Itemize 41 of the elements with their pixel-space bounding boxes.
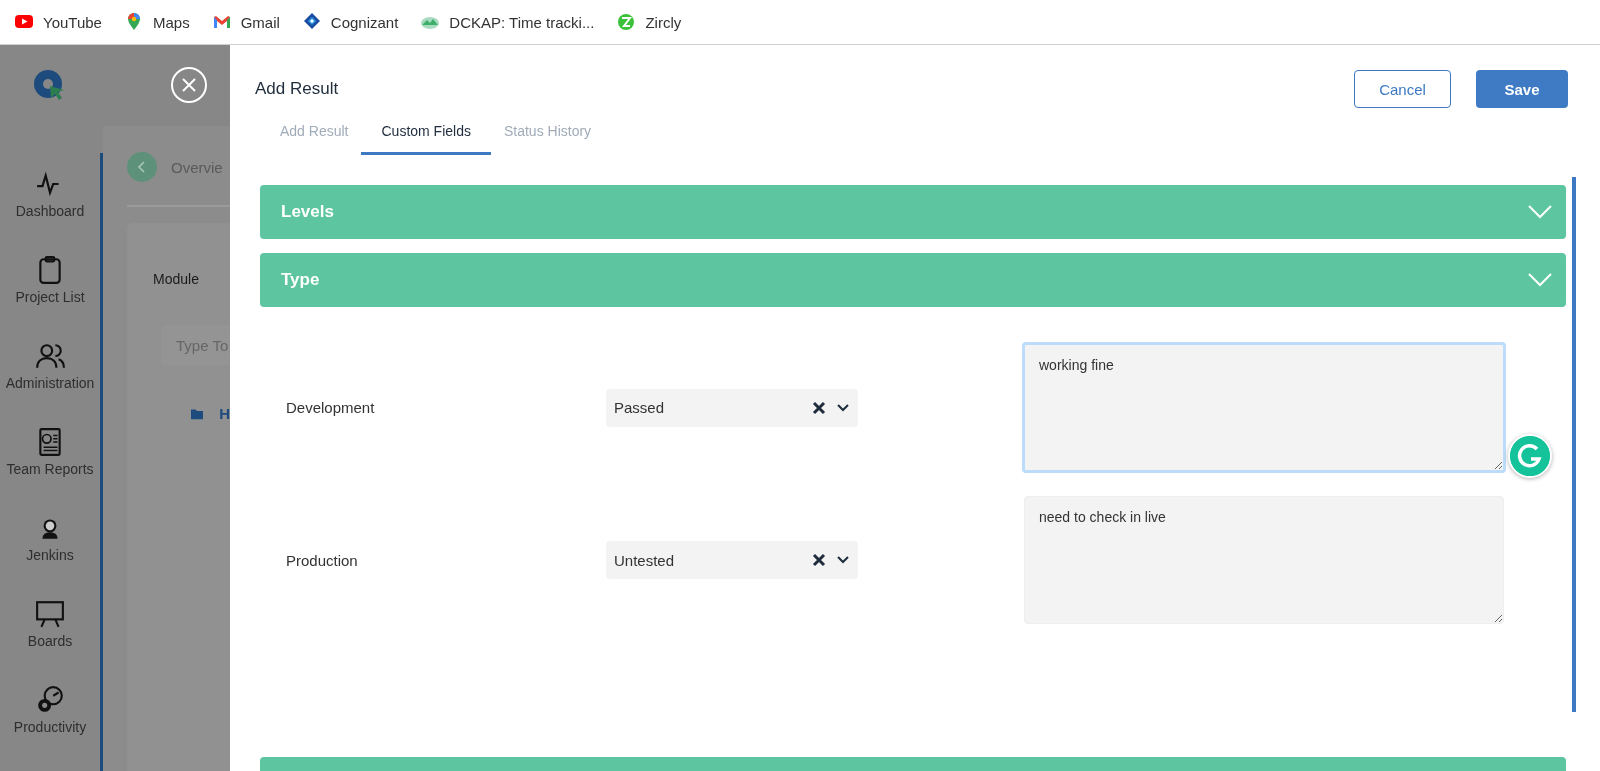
field-label: Production [285, 551, 359, 569]
scrollbar[interactable] [1572, 177, 1576, 712]
status-dropdown[interactable]: Passed [606, 388, 858, 427]
circle-icon [616, 12, 637, 32]
clear-icon[interactable] [812, 400, 826, 415]
gear-gauge-icon [35, 685, 65, 715]
folder-icon [191, 406, 204, 421]
section-title: Type [281, 270, 320, 290]
sidebar-item[interactable]: Dashboard [15, 169, 85, 255]
easel-icon [35, 599, 65, 629]
dialog-title: Add Result [255, 79, 340, 99]
tree-item[interactable]: H [219, 405, 230, 422]
bookmark[interactable]: Maps [123, 12, 190, 32]
sidebar-item[interactable]: Project List [15, 255, 85, 341]
bookmark[interactable]: Gmail [211, 12, 280, 32]
sidebar-item[interactable]: Administration [5, 341, 95, 427]
sidebar-item[interactable]: Productivity [13, 685, 87, 771]
users-icon [35, 341, 65, 371]
close-button[interactable] [171, 67, 207, 103]
section-title: Levels [281, 202, 334, 222]
bookmark[interactable]: Cognizant [301, 12, 399, 32]
bookmark[interactable]: Zircly [616, 12, 682, 32]
clear-icon[interactable] [812, 553, 826, 567]
chevron-icon [1528, 205, 1552, 219]
field-label: Development [285, 399, 376, 416]
close-icon [181, 77, 197, 93]
chevron-left-icon [137, 161, 147, 173]
chevron-icon [1528, 273, 1552, 287]
comment-field[interactable]: working fine [1022, 342, 1506, 473]
sidebar-item[interactable]: Team Reports [6, 427, 94, 513]
sidebar-item[interactable]: Jenkins [26, 513, 74, 599]
assistant-icon[interactable] [1508, 434, 1552, 478]
bookmark[interactable]: YouTube [14, 12, 102, 32]
comment-field[interactable]: need to check in live [1024, 496, 1504, 624]
sidebar-item[interactable]: Boards [27, 599, 73, 685]
tab[interactable]: Custom Fields [361, 109, 491, 155]
save-button[interactable]: Save [1476, 70, 1568, 108]
panel-title: Module [153, 271, 200, 287]
status-dropdown[interactable]: Untested [606, 541, 858, 579]
bookmark[interactable]: DCKAP: Time tracki... [420, 12, 595, 32]
cancel-button[interactable]: Cancel [1354, 70, 1451, 108]
